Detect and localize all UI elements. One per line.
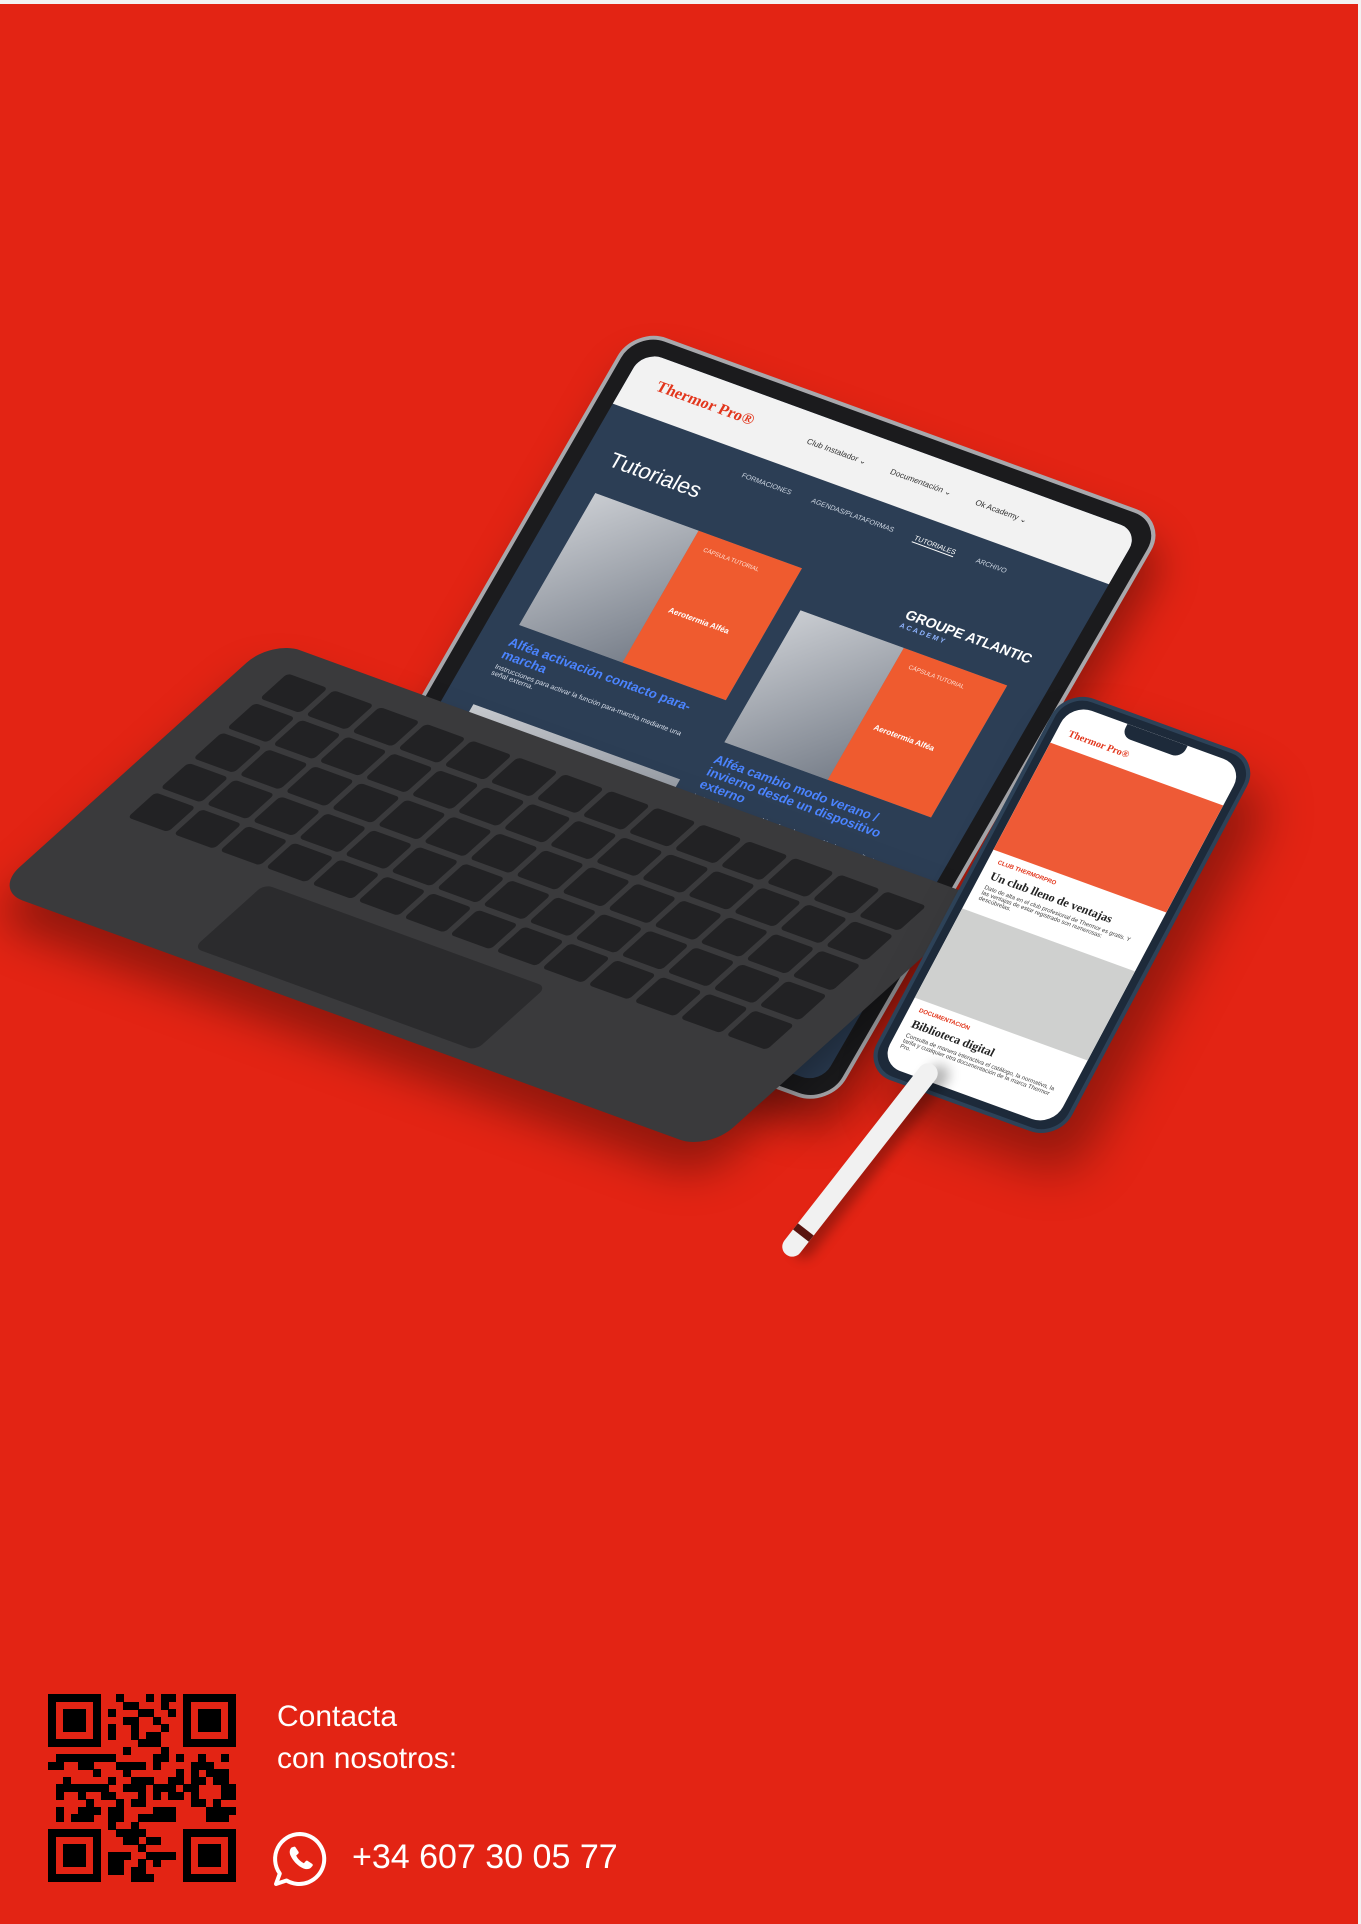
top-edge: [0, 0, 1361, 4]
qr-module: [108, 1731, 117, 1740]
qr-module: [123, 1851, 132, 1860]
qr-module: [160, 1754, 169, 1763]
card-tag: CÁPSULA TUTORIAL: [701, 547, 760, 574]
qr-module: [93, 1874, 102, 1883]
qr-module: [160, 1724, 169, 1733]
menu-item-club[interactable]: Club Instalador ⌄: [805, 437, 869, 466]
qr-module: [85, 1814, 94, 1823]
qr-module: [138, 1761, 147, 1770]
qr-module: [168, 1694, 177, 1702]
qr-module: [78, 1859, 87, 1868]
qr-module: [123, 1746, 132, 1755]
contact-line-1: Contacta: [277, 1700, 398, 1733]
qr-module: [153, 1791, 162, 1800]
card-head: Aerotermia Alféa: [871, 723, 937, 753]
qr-module: [175, 1791, 184, 1800]
card-tag: CÁPSULA TUTORIAL: [906, 665, 966, 691]
qr-module: [213, 1724, 222, 1733]
qr-module: [168, 1709, 177, 1718]
menu-item-documentacion[interactable]: Documentación ⌄: [888, 467, 953, 497]
whatsapp-icon[interactable]: [271, 1830, 329, 1888]
qr-module: [93, 1769, 102, 1778]
subnav-archivo[interactable]: ARCHIVO: [974, 558, 1008, 576]
phone-notch: [1120, 723, 1188, 759]
qr-module: [168, 1814, 177, 1823]
qr-module: [220, 1754, 229, 1763]
qr-module: [55, 1791, 64, 1800]
qr-module: [55, 1761, 64, 1770]
qr-module: [145, 1874, 154, 1883]
contact-line-2: con nosotros:: [277, 1742, 458, 1775]
qr-module: [138, 1799, 147, 1808]
subnav-tutoriales[interactable]: TUTORIALES: [911, 535, 958, 558]
card-head: Aerotermia Alféa: [666, 605, 732, 636]
site-logo[interactable]: Thermor Pro®: [652, 379, 758, 430]
qr-module: [108, 1709, 117, 1718]
qr-module: [228, 1739, 237, 1748]
qr-module: [175, 1754, 184, 1763]
qr-module: [220, 1814, 229, 1823]
page-title: Tutoriales: [604, 447, 707, 503]
qr-module: [55, 1814, 64, 1823]
subnav-agendas[interactable]: AGENDAS/PLATAFORMAS: [809, 498, 896, 535]
qr-module: [168, 1851, 177, 1860]
qr-module: [228, 1874, 237, 1883]
qr-module: [153, 1761, 162, 1770]
qr-module: [153, 1836, 162, 1845]
qr-module: [78, 1724, 87, 1733]
qr-module: [115, 1814, 124, 1823]
qr-module: [93, 1806, 102, 1815]
contact-phone-number[interactable]: +34 607 30 05 77: [352, 1838, 618, 1877]
qr-module: [108, 1776, 117, 1785]
contact-heading: Contacta con nosotros:: [277, 1696, 677, 1780]
subnav-formaciones[interactable]: FORMACIONES: [740, 473, 793, 498]
qr-code-icon[interactable]: [48, 1694, 237, 1883]
qr-module: [213, 1859, 222, 1868]
qr-module: [153, 1859, 162, 1868]
qr-module: [228, 1791, 237, 1800]
qr-module: [228, 1806, 237, 1815]
menu-item-academy[interactable]: Ok Academy ⌄: [973, 498, 1029, 524]
qr-module: [93, 1739, 102, 1748]
qr-module: [115, 1866, 124, 1875]
qr-module: [145, 1694, 154, 1702]
qr-module: [198, 1776, 207, 1785]
